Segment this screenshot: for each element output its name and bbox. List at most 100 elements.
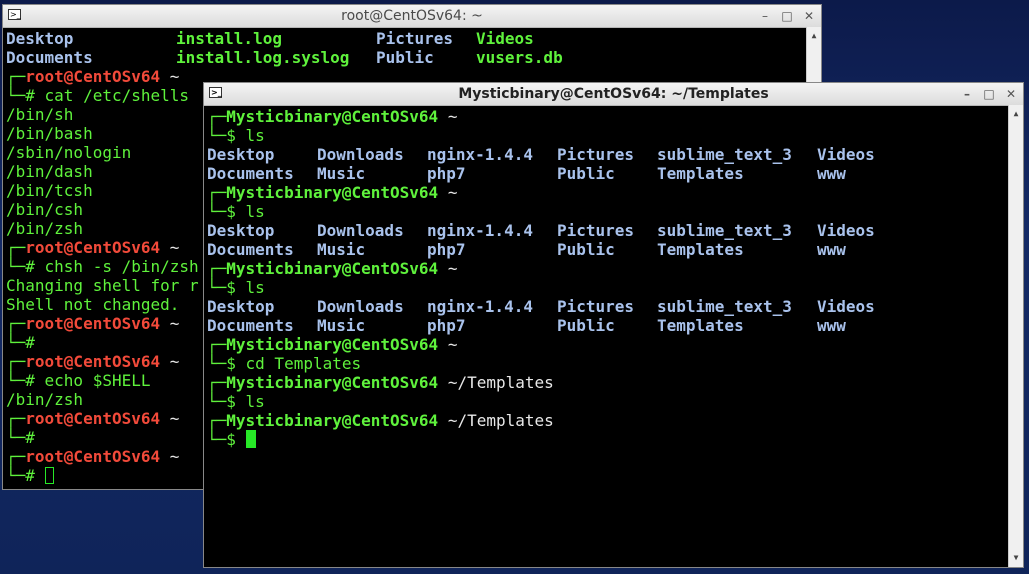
output-text: /bin/csh	[6, 200, 84, 219]
terminal-line: ┌─Mysticbinary@CentOSv64 ~	[207, 259, 897, 278]
terminal-icon: >_	[8, 9, 21, 20]
minimize-icon[interactable]: –	[961, 83, 973, 105]
prompt-corner: ┌─	[6, 409, 26, 428]
command-text: ls	[245, 126, 265, 145]
front-titlebar[interactable]: >_ Mysticbinary@CentOSv64: ~/Templates –…	[204, 83, 1023, 106]
prompt-user: root@CentOSv64	[25, 314, 161, 333]
dir-entry: Videos	[817, 221, 875, 240]
front-scrollbar[interactable]: ▲ ▼	[1008, 105, 1023, 567]
dir-entry: nginx-1.4.4	[427, 145, 533, 164]
prompt-path: ~	[169, 409, 180, 428]
terminal-line: └─$	[207, 430, 897, 449]
output-text: /sbin/nologin	[6, 143, 132, 162]
terminal-line: └─$ ls	[207, 392, 897, 411]
dir-entry: Desktop	[207, 145, 275, 164]
dir-entry: Downloads	[317, 221, 404, 240]
text-cursor[interactable]	[44, 467, 54, 484]
prompt-user: root@CentOSv64	[25, 447, 161, 466]
prompt-user: Mysticbinary@CentOSv64	[226, 107, 439, 126]
terminal-line: └─$ ls	[207, 278, 897, 297]
dir-entry: Downloads	[317, 297, 404, 316]
prompt-path: ~	[169, 314, 180, 333]
dir-entry: Public	[376, 48, 434, 67]
prompt-symbol: └─#	[6, 428, 45, 447]
dir-entry: Documents	[207, 164, 294, 183]
command-text: ls	[245, 202, 265, 221]
scroll-down-icon[interactable]: ▼	[1009, 551, 1023, 565]
command-text: cat /etc/shells	[44, 86, 190, 105]
prompt-user: root@CentOSv64	[25, 409, 161, 428]
back-window-title: root@CentOSv64: ~	[341, 8, 483, 24]
prompt-path: ~	[447, 183, 458, 202]
prompt-path: ~/Templates	[447, 411, 554, 430]
dir-entry: www	[817, 164, 846, 183]
dir-entry: Desktop	[207, 221, 275, 240]
output-text: /bin/bash	[6, 124, 93, 143]
terminal-line: Documents Music php7 Public Templates www	[207, 316, 897, 335]
dir-entry: Documents	[6, 48, 93, 67]
maximize-icon[interactable]: □	[781, 5, 793, 27]
terminal-line: └─$ ls	[207, 126, 897, 145]
terminal-line: Documents install.log.syslog Public vusers.…	[6, 48, 586, 67]
front-terminal-window[interactable]: >_ Mysticbinary@CentOSv64: ~/Templates –…	[203, 82, 1024, 568]
terminal-line: Desktop Downloads nginx-1.4.4 Pictures subli…	[207, 145, 897, 164]
prompt-corner: ┌─	[207, 373, 227, 392]
dir-entry: Videos	[817, 145, 875, 164]
command-text: chsh -s /bin/zsh	[44, 257, 199, 276]
file-entry: install.log	[176, 29, 282, 48]
command-text: cd Templates	[245, 354, 362, 373]
dir-entry: Desktop	[6, 29, 74, 48]
dir-entry: sublime_text_3	[657, 297, 792, 316]
terminal-line: ┌─Mysticbinary@CentOSv64 ~/Templates	[207, 373, 897, 392]
terminal-line: Documents Music php7 Public Templates www	[207, 240, 897, 259]
prompt-symbol: └─#	[6, 333, 45, 352]
text-cursor[interactable]	[245, 430, 256, 448]
output-text: /bin/zsh	[6, 390, 84, 409]
terminal-line: ┌─Mysticbinary@CentOSv64 ~	[207, 335, 897, 354]
terminal-line: Desktop Downloads nginx-1.4.4 Pictures subli…	[207, 297, 897, 316]
prompt-path: ~	[447, 259, 458, 278]
prompt-symbol: └─#	[6, 86, 45, 105]
terminal-line: Documents Music php7 Public Templates www	[207, 164, 897, 183]
dir-entry: Public	[557, 240, 615, 259]
prompt-path: ~	[169, 352, 180, 371]
prompt-corner: ┌─	[6, 238, 26, 257]
dir-entry: php7	[427, 164, 466, 183]
terminal-line: ┌─Mysticbinary@CentOSv64 ~/Templates	[207, 411, 897, 430]
prompt-corner: ┌─	[6, 67, 26, 86]
minimize-icon[interactable]: –	[759, 5, 771, 27]
output-text: /bin/dash	[6, 162, 93, 181]
back-titlebar[interactable]: >_ root@CentOSv64: ~ – □ ✕	[3, 5, 821, 28]
prompt-symbol: └─$	[207, 202, 246, 221]
prompt-user: root@CentOSv64	[25, 67, 161, 86]
prompt-symbol: └─#	[6, 371, 45, 390]
front-terminal-output[interactable]: ┌─Mysticbinary@CentOSv64 ~ └─$ ls Desktop D…	[207, 107, 897, 449]
dir-entry: Music	[317, 164, 366, 183]
close-icon[interactable]: ✕	[803, 5, 815, 27]
prompt-user: Mysticbinary@CentOSv64	[226, 411, 439, 430]
output-text: Changing shell for r	[6, 276, 199, 295]
dir-entry: Desktop	[207, 297, 275, 316]
command-text: ls	[245, 278, 265, 297]
dir-entry: Public	[557, 164, 615, 183]
dir-entry: Music	[317, 240, 366, 259]
terminal-line: └─$ ls	[207, 202, 897, 221]
prompt-corner: ┌─	[6, 447, 26, 466]
scroll-up-icon[interactable]: ▲	[1009, 107, 1023, 121]
terminal-line: ┌─Mysticbinary@CentOSv64 ~	[207, 107, 897, 126]
maximize-icon[interactable]: □	[983, 83, 995, 105]
dir-entry: sublime_text_3	[657, 221, 792, 240]
close-icon[interactable]: ✕	[1005, 83, 1017, 105]
prompt-corner: ┌─	[207, 335, 227, 354]
scroll-up-icon[interactable]: ▲	[807, 29, 821, 43]
prompt-corner: ┌─	[6, 314, 26, 333]
